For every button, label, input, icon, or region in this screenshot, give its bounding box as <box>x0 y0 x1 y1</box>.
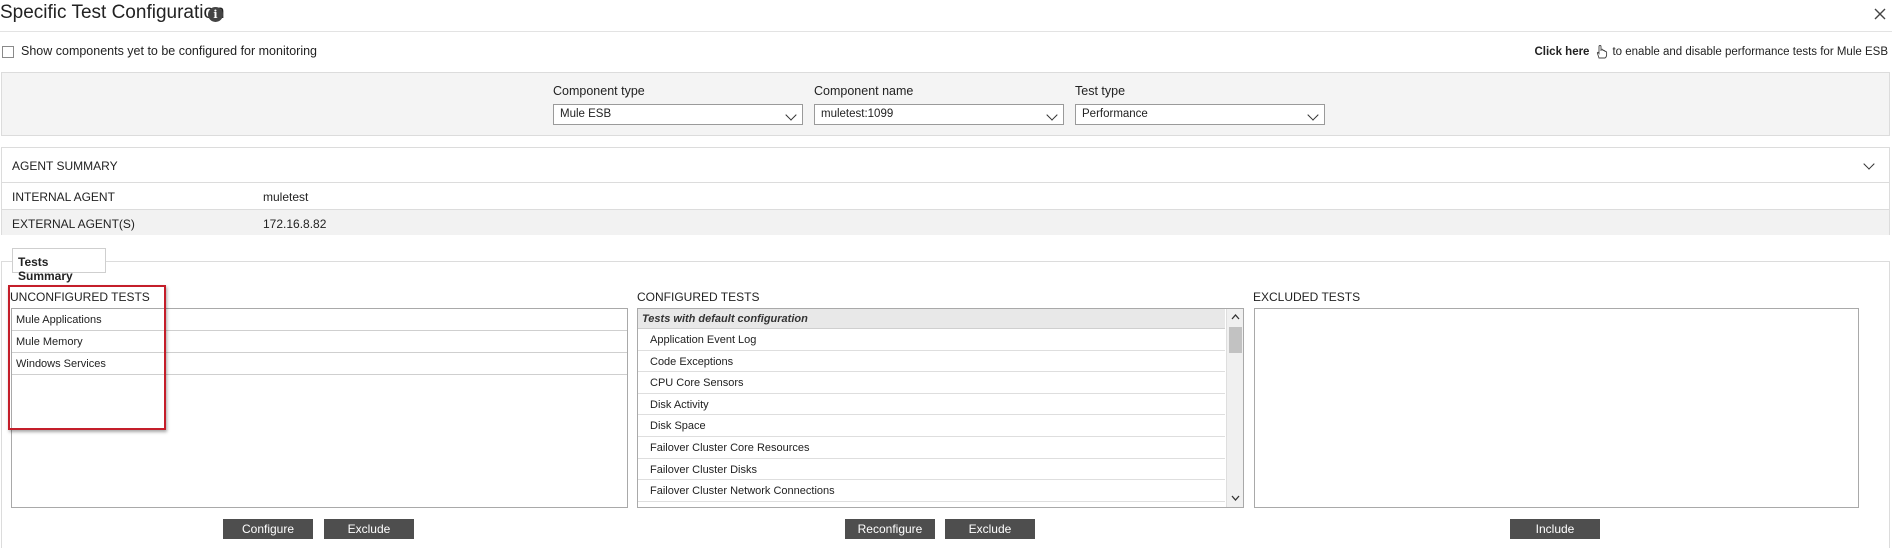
test-type-value: Performance <box>1082 108 1148 120</box>
list-item[interactable]: Failover Cluster Disks <box>638 459 1225 481</box>
scrollbar-thumb[interactable] <box>1229 327 1242 353</box>
agent-value: 172.16.8.82 <box>263 217 327 231</box>
list-item[interactable]: CPU Core Sensors <box>638 372 1225 394</box>
test-type-label: Test type <box>1075 84 1126 98</box>
list-item[interactable]: Code Exceptions <box>638 351 1225 373</box>
agent-summary-heading: AGENT SUMMARY <box>12 159 118 173</box>
hand-pointer-icon <box>1597 45 1608 59</box>
unconfigured-tests-title: UNCONFIGURED TESTS <box>10 290 150 304</box>
chevron-down-icon[interactable] <box>1863 158 1875 170</box>
configured-tests-title: CONFIGURED TESTS <box>637 290 760 304</box>
list-item[interactable]: Windows Services <box>12 353 627 375</box>
perf-tests-link-row: Click here to enable and disable perform… <box>1534 44 1888 60</box>
list-item[interactable]: Application Event Log <box>638 329 1225 351</box>
exclude-configured-button[interactable]: Exclude <box>945 519 1035 539</box>
component-type-select[interactable]: Mule ESB <box>553 104 803 125</box>
component-name-value: muletest:1099 <box>821 108 894 120</box>
test-type-select[interactable]: Performance <box>1075 104 1325 125</box>
click-here-link[interactable]: Click here <box>1534 46 1589 58</box>
tab-tests-summary[interactable]: Tests Summary <box>12 248 106 283</box>
list-item[interactable]: Disk Activity <box>638 394 1225 416</box>
reconfigure-button[interactable]: Reconfigure <box>845 519 935 539</box>
configured-group-header: Tests with default configuration <box>638 309 1225 329</box>
agent-row: INTERNAL AGENT muletest <box>2 183 1889 209</box>
agent-key: EXTERNAL AGENT(S) <box>12 217 135 231</box>
exclude-unconfigured-button[interactable]: Exclude <box>324 519 414 539</box>
dialog-title: Specific Test Configuration <box>0 2 225 23</box>
chevron-up-icon[interactable] <box>1231 313 1240 320</box>
agent-row: EXTERNAL AGENT(S) 172.16.8.82 <box>2 209 1889 235</box>
configure-button[interactable]: Configure <box>223 519 313 539</box>
configured-scrollbar[interactable] <box>1226 309 1243 507</box>
chevron-down-icon[interactable] <box>1231 495 1240 502</box>
list-item[interactable]: Mule Applications <box>12 309 627 331</box>
chevron-down-icon <box>785 109 797 121</box>
close-icon[interactable] <box>1872 6 1888 22</box>
chevron-down-icon <box>1307 109 1319 121</box>
list-item[interactable]: Failover Cluster Core Resources <box>638 437 1225 459</box>
component-type-label: Component type <box>553 84 645 98</box>
excluded-tests-title: EXCLUDED TESTS <box>1253 290 1361 304</box>
click-here-description: to enable and disable performance tests … <box>1612 46 1888 58</box>
agent-summary-panel: AGENT SUMMARY INTERNAL AGENT muletest EX… <box>1 147 1890 235</box>
include-button[interactable]: Include <box>1510 519 1600 539</box>
component-name-label: Component name <box>814 84 914 98</box>
agent-key: INTERNAL AGENT <box>12 190 115 204</box>
chevron-down-icon <box>1046 109 1058 121</box>
agent-summary-header[interactable]: AGENT SUMMARY <box>2 148 1889 183</box>
list-item[interactable]: Failover Cluster Network Connections <box>638 480 1225 502</box>
unconfigured-tests-list[interactable]: Mule Applications Mule Memory Windows Se… <box>11 308 628 508</box>
header-divider <box>0 31 1892 32</box>
component-name-select[interactable]: muletest:1099 <box>814 104 1064 125</box>
configured-tests-list[interactable]: Tests with default configuration Applica… <box>637 308 1244 508</box>
list-item[interactable]: Disk Space <box>638 415 1225 437</box>
info-icon[interactable]: i <box>208 7 223 22</box>
excluded-tests-list[interactable] <box>1254 308 1859 508</box>
show-components-checkbox[interactable] <box>2 46 14 58</box>
list-item[interactable]: Mule Memory <box>12 331 627 353</box>
agent-value: muletest <box>263 190 309 204</box>
show-components-label: Show components yet to be configured for… <box>21 44 318 58</box>
component-type-value: Mule ESB <box>560 108 612 120</box>
